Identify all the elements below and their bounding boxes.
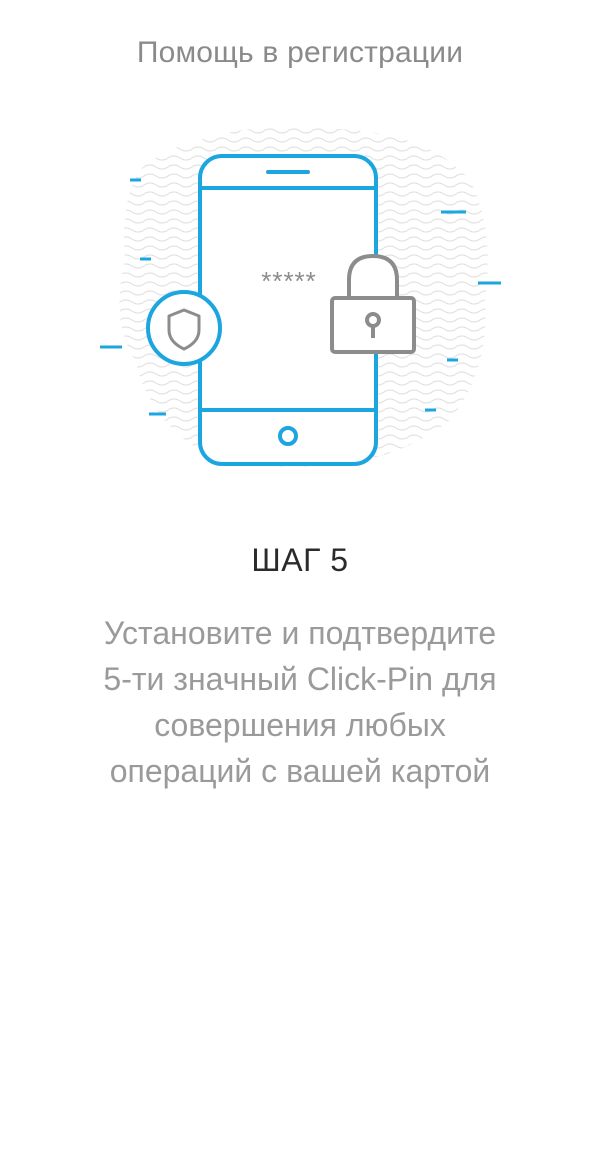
step-description: Установите и подтвердите 5-ти значный Cl… bbox=[103, 615, 497, 789]
registration-illustration: ***** bbox=[100, 126, 501, 468]
page-title: Помощь в регистрации bbox=[136, 36, 464, 69]
step-title: ШАГ 5 bbox=[251, 542, 349, 578]
pin-mask: ***** bbox=[261, 266, 317, 296]
shield-icon bbox=[146, 290, 222, 366]
